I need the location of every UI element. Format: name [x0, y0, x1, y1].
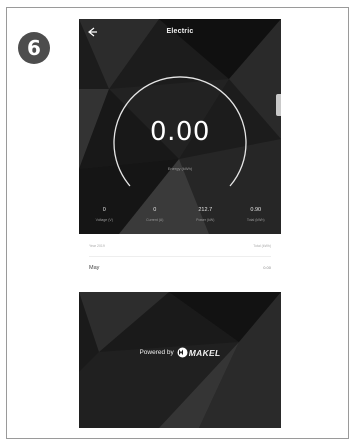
stat-label: Total (kWh) — [246, 218, 265, 222]
history-panel: Year 2019 Total (kWh) May 0.00 — [79, 234, 281, 292]
stat-total: 0.90 Total (kWh) — [231, 207, 281, 222]
history-divider — [89, 256, 271, 257]
history-year[interactable]: Year 2019 — [89, 244, 105, 248]
energy-reading: 0.00 — [150, 117, 210, 147]
powered-by-footer: Powered by MAKEL — [79, 347, 281, 358]
energy-reading-caption: Energy (kWh) — [167, 166, 193, 171]
stat-label: Current (A) — [146, 218, 164, 222]
makel-logo-icon — [177, 347, 188, 358]
stat-label: Power (kW) — [196, 218, 215, 222]
stat-value: 0 — [102, 207, 106, 213]
history-value: 0.00 — [263, 265, 271, 270]
history-column-label: Total (kWh) — [253, 244, 271, 248]
stat-power: 212.7 Power (kW) — [180, 207, 230, 222]
side-scroll-handle[interactable] — [276, 94, 281, 116]
brand-name: MAKEL — [188, 347, 221, 358]
polygon-background-bottom — [79, 292, 281, 428]
stat-current: 0 Current (A) — [130, 207, 180, 222]
screen-title: Electric — [166, 28, 194, 35]
step-number-badge: 6 — [18, 32, 50, 64]
powered-by-text: Powered by — [139, 349, 174, 356]
app-header: Electric — [79, 19, 281, 47]
history-header: Year 2019 Total (kWh) — [89, 244, 271, 248]
stat-value: 0 — [153, 207, 157, 213]
stat-value: 0.90 — [250, 207, 262, 213]
stats-row: 0 Voltage (V) 0 Current (A) 212.7 Power … — [79, 207, 281, 222]
stat-value: 212.7 — [198, 207, 213, 213]
history-row-may[interactable]: May 0.00 — [89, 265, 271, 271]
makel-logo: MAKEL — [177, 347, 221, 358]
stat-label: Voltage (V) — [95, 218, 113, 222]
phone-screen: Electric 0.00 Energy (kWh) 0 Voltage (V)… — [79, 19, 281, 428]
stat-voltage: 0 Voltage (V) — [79, 207, 129, 222]
history-month: May — [89, 265, 100, 271]
